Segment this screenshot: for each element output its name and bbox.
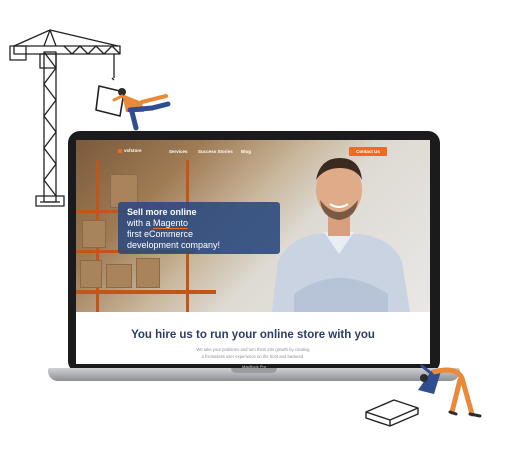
- laptop-screen: vsfstore Services Success Stories Blog C…: [76, 140, 430, 364]
- illustration-stage: vsfstore Services Success Stories Blog C…: [0, 0, 505, 451]
- hero-headline: Sell more online: [127, 207, 197, 217]
- hero-line-2-prefix: with a: [127, 218, 154, 228]
- hero-line-4: development company!: [127, 240, 221, 250]
- hero-banner: vsfstore Services Success Stories Blog C…: [76, 140, 430, 312]
- hero-line-3-prefix: first: [127, 229, 144, 239]
- hero-text-card: Sell more online with a Magento first eC…: [118, 202, 280, 254]
- site-navbar: vsfstore Services Success Stories Blog C…: [76, 140, 430, 162]
- section-subtext-2: a frictionless user experience on the fr…: [201, 354, 305, 359]
- logo-text: vsfstore: [124, 148, 142, 153]
- nav-item-services[interactable]: Services: [169, 149, 188, 154]
- hero-line-2: with a Magento: [127, 218, 271, 229]
- hero-person-photo: [272, 158, 410, 312]
- nav-item-success-stories[interactable]: Success Stories: [198, 149, 233, 154]
- section-headline: You hire us to run your online store wit…: [131, 329, 375, 341]
- logo-icon: [118, 148, 122, 153]
- worker-top-illustration: [112, 88, 171, 131]
- hero-highlight-ecommerce: eCommerce: [144, 229, 194, 239]
- intro-section: You hire us to run your online store wit…: [76, 312, 430, 364]
- hero-line-3: first eCommerce: [127, 229, 271, 240]
- contact-us-button[interactable]: Contact Us: [349, 147, 387, 156]
- warehouse-box: [136, 258, 160, 288]
- site-logo[interactable]: vsfstore: [118, 148, 142, 153]
- laptop-model-label: MacBook Pro: [241, 364, 266, 369]
- worker-bottom-illustration: [365, 364, 482, 427]
- nav-item-blog[interactable]: Blog: [241, 149, 251, 154]
- warehouse-box: [106, 264, 132, 288]
- warehouse-box: [80, 260, 102, 288]
- section-subtext-1: We take your problems and turn them into…: [196, 347, 310, 352]
- warehouse-box: [82, 220, 106, 248]
- hero-highlight-magento: Magento: [153, 218, 189, 229]
